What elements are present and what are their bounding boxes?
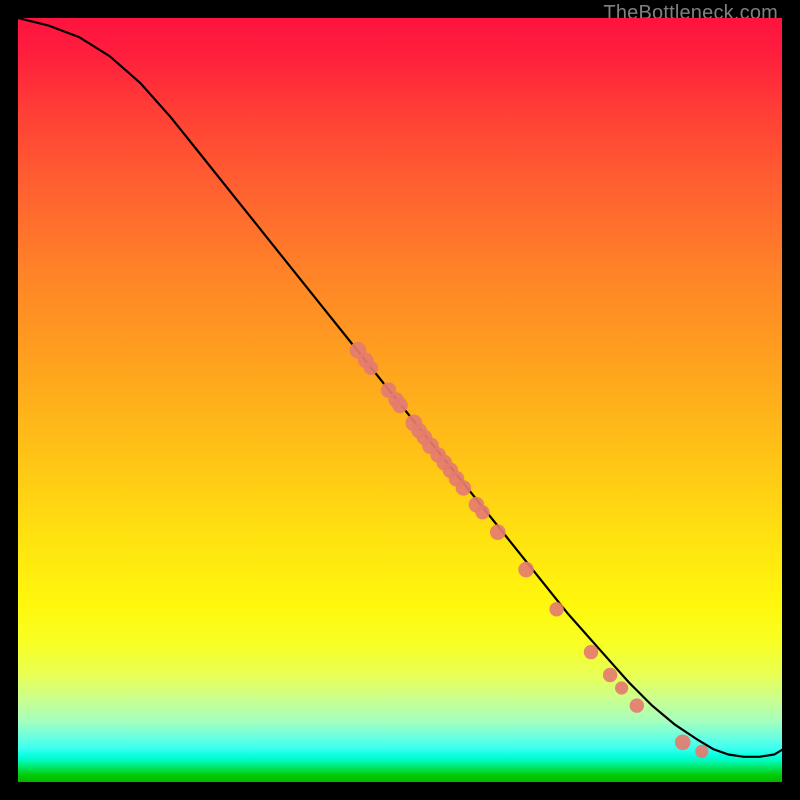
data-point: [475, 505, 489, 519]
data-point: [490, 524, 506, 540]
data-point: [456, 480, 472, 496]
curve-line: [18, 18, 782, 757]
data-point: [549, 602, 563, 616]
data-point: [630, 698, 644, 712]
data-point: [615, 681, 628, 694]
data-point: [584, 645, 598, 659]
data-point: [518, 562, 534, 578]
data-point: [603, 668, 617, 682]
data-points-group: [350, 342, 709, 758]
chart-frame: TheBottleneck.com: [0, 0, 800, 800]
data-point: [675, 735, 691, 751]
chart-svg: [18, 18, 782, 782]
data-point: [392, 398, 408, 414]
data-point: [695, 745, 708, 758]
plot-area: [18, 18, 782, 782]
data-point: [364, 361, 378, 375]
